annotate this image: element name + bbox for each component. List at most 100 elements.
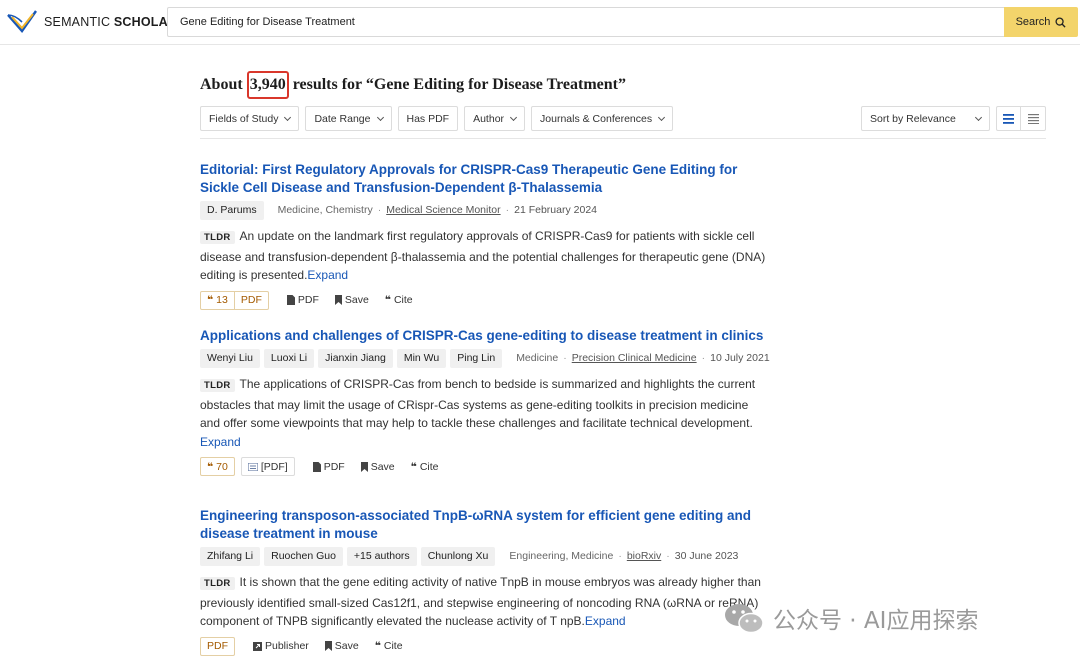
paper-meta: D. Parums Medicine, Chemistry · Medical …	[200, 200, 770, 221]
publisher-label: Publisher	[265, 640, 309, 652]
paper-date: 10 July 2021	[710, 352, 770, 364]
list-view-button[interactable]	[996, 106, 1021, 131]
meta-separator: ·	[618, 550, 622, 562]
chevron-down-icon	[509, 113, 518, 121]
watermark-text: 公众号 · AI应用探索	[773, 608, 979, 634]
compact-view-button[interactable]	[1021, 106, 1046, 131]
results-prefix: About	[200, 76, 247, 93]
meta-separator: ·	[701, 352, 706, 364]
publisher-button[interactable]: Publisher	[253, 640, 309, 652]
author-chip[interactable]: D. Parums	[200, 201, 264, 220]
expand-link[interactable]: Expand	[307, 268, 348, 282]
citation-count: 70	[216, 460, 228, 473]
author-chip[interactable]: Min Wu	[396, 349, 447, 368]
sort-label: Sort by Relevance	[870, 112, 956, 125]
quote-icon: ❝	[384, 294, 391, 306]
result-paper-1: Editorial: First Regulatory Approvals fo…	[200, 161, 770, 310]
paper-date: 30 June 2023	[674, 550, 739, 562]
cite-button[interactable]: ❝ Cite	[375, 640, 403, 652]
paper-venue-link[interactable]: bioRxiv	[627, 546, 661, 567]
meta-separator: ·	[666, 550, 670, 562]
document-icon	[247, 462, 258, 471]
chevron-down-icon	[376, 113, 384, 121]
tldr-tag: TLDR	[200, 577, 235, 590]
cite-label: Cite	[419, 460, 439, 473]
logo-word-semantic: SEMANTIC	[44, 15, 111, 29]
search-button-label: Search	[1015, 16, 1051, 28]
filter-label: Fields of Study	[209, 112, 279, 125]
filter-label: Has PDF	[406, 112, 450, 125]
cite-button[interactable]: ❝ Cite	[411, 461, 439, 473]
paper-actions: PDF Publisher Save ❝ Cite	[200, 636, 770, 656]
paper-title-link[interactable]: Engineering transposon-associated TnpB-ω…	[200, 507, 770, 543]
search-button[interactable]: Search	[1004, 7, 1078, 37]
pdf-label: PDF	[323, 460, 345, 473]
filter-bar: Fields of Study Date Range Has PDF Autho…	[200, 106, 674, 131]
meta-separator: ·	[377, 204, 382, 216]
meta-separator: ·	[563, 352, 567, 364]
paper-title-link[interactable]: Applications and challenges of CRISPR-Ca…	[200, 327, 770, 345]
meta-separator: ·	[505, 204, 510, 216]
author-chip[interactable]: Ruochen Guo	[264, 547, 343, 566]
compact-view-icon	[1027, 113, 1039, 124]
citation-count-badge[interactable]: ❝ 70	[200, 457, 235, 476]
result-paper-3: Engineering transposon-associated TnpB-ω…	[200, 507, 770, 656]
filter-date-range[interactable]: Date Range	[305, 106, 392, 131]
result-paper-2: Applications and challenges of CRISPR-Ca…	[200, 327, 770, 476]
cite-button[interactable]: ❝ Cite	[385, 294, 413, 306]
author-chip[interactable]: Wenyi Liu	[200, 349, 260, 368]
filter-label: Journals & Conferences	[540, 112, 653, 125]
paper-venue-link[interactable]: Precision Clinical Medicine	[572, 348, 697, 369]
paper-venue-link[interactable]: Medical Science Monitor	[386, 200, 500, 221]
tldr-text: It is shown that the gene editing activi…	[200, 575, 761, 628]
logo[interactable]: SEMANTIC SCHOLAR	[6, 6, 177, 38]
paper-meta: Wenyi Liu Luoxi Li Jianxin Jiang Min Wu …	[200, 348, 770, 369]
save-button[interactable]: Save	[324, 640, 359, 652]
cite-label: Cite	[383, 640, 403, 652]
filter-has-pdf[interactable]: Has PDF	[397, 106, 459, 131]
paper-actions: ❝ 13 PDF PDF Save ❝ Cite	[200, 290, 770, 310]
search-input[interactable]: Gene Editing for Disease Treatment	[167, 7, 1005, 37]
paper-date: 21 February 2024	[514, 204, 597, 216]
sort-dropdown[interactable]: Sort by Relevance	[861, 106, 990, 131]
tldr-tag: TLDR	[200, 379, 235, 392]
pdf-button[interactable]: PDF	[312, 460, 345, 473]
quote-icon: ❝	[374, 640, 381, 652]
paper-title-link[interactable]: Editorial: First Regulatory Approvals fo…	[200, 161, 770, 197]
author-chip[interactable]: +15 authors	[346, 547, 417, 566]
pdf-badge[interactable]: [PDF]	[240, 457, 295, 476]
author-chip[interactable]: Chunlong Xu	[420, 547, 496, 566]
expand-link[interactable]: Expand	[585, 614, 626, 628]
save-button[interactable]: Save	[334, 294, 369, 306]
expand-link[interactable]: Expand	[200, 435, 241, 449]
quote-icon: ❝	[207, 460, 214, 473]
save-button[interactable]: Save	[360, 460, 395, 473]
filter-fields-of-study[interactable]: Fields of Study	[200, 106, 300, 131]
tldr-text: The applications of CRISPR-Cas from benc…	[200, 377, 756, 430]
document-icon	[312, 461, 321, 472]
paper-fields: Medicine	[516, 352, 559, 364]
pdf-badge[interactable]: PDF	[200, 636, 235, 656]
logo-wordmark: SEMANTIC SCHOLAR	[44, 15, 177, 29]
quote-icon: ❝	[410, 460, 417, 473]
save-label: Save	[370, 460, 395, 473]
tldr-text: An update on the landmark first regulato…	[200, 229, 766, 282]
filter-journals-conferences[interactable]: Journals & Conferences	[531, 106, 674, 131]
external-link-icon	[253, 641, 262, 651]
author-chip[interactable]: Luoxi Li	[263, 349, 315, 368]
semantic-scholar-logo-icon	[7, 10, 37, 33]
citation-count-badge[interactable]: ❝ 13	[200, 290, 235, 310]
author-chip[interactable]: Zhifang Li	[200, 547, 261, 566]
filter-author[interactable]: Author	[464, 106, 526, 131]
pdf-badge[interactable]: PDF	[234, 290, 269, 310]
author-chip[interactable]: Jianxin Jiang	[318, 349, 393, 368]
search-icon	[1055, 16, 1066, 28]
paper-fields: Medicine, Chemistry	[277, 204, 373, 216]
results-heading: About 3,940 results for “Gene Editing fo…	[200, 71, 626, 99]
pdf-button[interactable]: PDF	[286, 294, 319, 306]
paper-actions: ❝ 70 [PDF] PDF Save ❝ Cite	[200, 457, 770, 476]
author-chip[interactable]: Ping Lin	[450, 349, 503, 368]
results-divider	[200, 138, 1046, 139]
paper-tldr: TLDR It is shown that the gene editing ac…	[200, 573, 770, 631]
pdf-label: PDF	[297, 294, 319, 306]
